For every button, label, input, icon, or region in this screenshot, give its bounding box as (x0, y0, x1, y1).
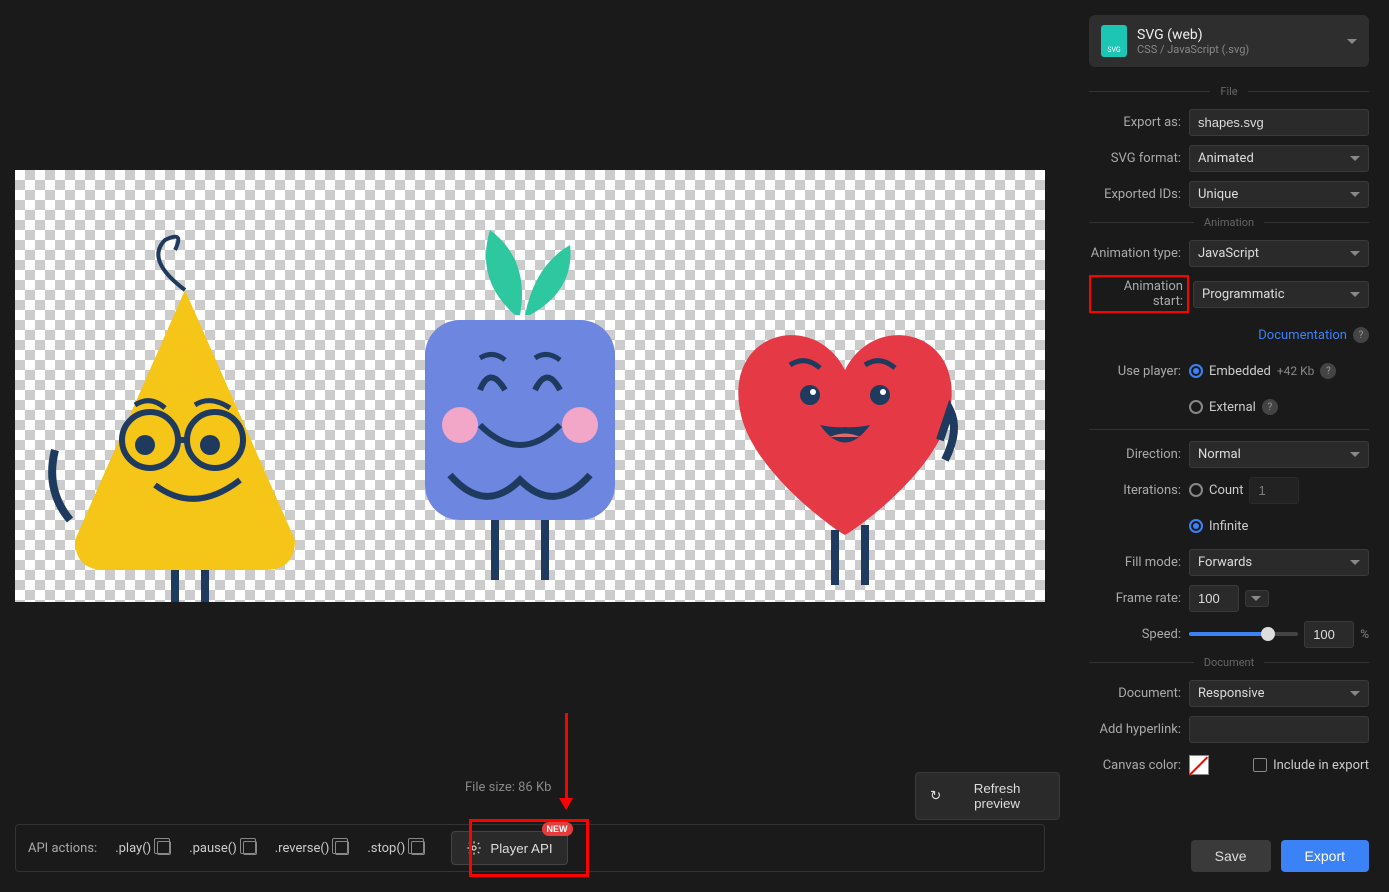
annotation-arrow (565, 713, 568, 808)
save-button[interactable]: Save (1191, 840, 1271, 872)
file-size-label: File size: 86 Kb (465, 780, 551, 795)
speed-label: Speed: (1089, 627, 1189, 642)
external-radio[interactable] (1189, 400, 1203, 414)
copy-icon[interactable] (243, 841, 257, 855)
section-animation: Animation (1089, 216, 1369, 229)
preview-canvas (15, 170, 1045, 602)
include-export-checkbox[interactable] (1253, 758, 1267, 772)
chevron-down-icon (1347, 39, 1357, 44)
document-label: Document: (1089, 686, 1189, 701)
embedded-label: Embedded (1209, 364, 1271, 379)
canvas-color-label: Canvas color: (1089, 758, 1189, 773)
document-select[interactable]: Responsive (1189, 680, 1369, 707)
help-icon[interactable]: ? (1353, 327, 1369, 343)
help-icon[interactable]: ? (1320, 363, 1336, 379)
embedded-radio[interactable] (1189, 364, 1203, 378)
frame-rate-dropdown[interactable] (1245, 590, 1269, 607)
new-badge: NEW (542, 822, 573, 836)
export-button[interactable]: Export (1281, 840, 1369, 872)
export-as-input[interactable] (1189, 109, 1369, 136)
infinite-label: Infinite (1209, 519, 1248, 534)
speed-unit: % (1360, 627, 1369, 641)
copy-icon[interactable] (157, 841, 171, 855)
section-document: Document (1089, 656, 1369, 669)
format-selector[interactable]: SVG SVG (web) CSS / JavaScript (.svg) (1089, 15, 1369, 67)
animation-start-label: Animation start: (1089, 275, 1189, 313)
infinite-radio[interactable] (1189, 519, 1203, 533)
svg-format-select[interactable]: Animated (1189, 145, 1369, 172)
chevron-down-icon (1350, 292, 1360, 297)
api-action-reverse[interactable]: .reverse() (275, 841, 350, 856)
api-action-play[interactable]: .play() (115, 841, 171, 856)
gear-icon (466, 840, 482, 856)
count-label: Count (1209, 483, 1243, 498)
animation-type-select[interactable]: JavaScript (1189, 240, 1369, 267)
iterations-label: Iterations: (1089, 483, 1189, 498)
hyperlink-label: Add hyperlink: (1089, 722, 1189, 737)
format-title: SVG (web) (1137, 27, 1337, 43)
api-action-pause[interactable]: .pause() (189, 841, 257, 856)
refresh-icon: ↻ (930, 788, 941, 804)
refresh-preview-button[interactable]: ↻ Refresh preview (915, 772, 1060, 820)
include-export-label: Include in export (1273, 758, 1369, 773)
direction-label: Direction: (1089, 447, 1189, 462)
copy-icon[interactable] (411, 841, 425, 855)
svg-format-label: SVG format: (1089, 151, 1189, 166)
export-sidebar: SVG SVG (web) CSS / JavaScript (.svg) Fi… (1069, 0, 1389, 892)
chevron-down-icon (1350, 156, 1360, 161)
use-player-label: Use player: (1089, 364, 1189, 379)
chevron-down-icon (1350, 452, 1360, 457)
chevron-down-icon (1350, 192, 1360, 197)
api-actions-bar: API actions: .play() .pause() .reverse()… (15, 824, 1045, 872)
documentation-link[interactable]: Documentation (1258, 328, 1347, 343)
fill-mode-select[interactable]: Forwards (1189, 549, 1369, 576)
animation-type-label: Animation type: (1089, 246, 1189, 261)
svg-file-icon: SVG (1101, 25, 1127, 57)
exported-ids-select[interactable]: Unique (1189, 181, 1369, 208)
player-api-button[interactable]: Player API NEW (451, 831, 567, 865)
export-as-label: Export as: (1089, 115, 1189, 130)
help-icon[interactable]: ? (1262, 399, 1278, 415)
speed-input[interactable] (1304, 621, 1354, 648)
direction-select[interactable]: Normal (1189, 441, 1369, 468)
format-subtitle: CSS / JavaScript (.svg) (1137, 43, 1337, 56)
canvas-color-swatch[interactable] (1189, 755, 1209, 775)
chevron-down-icon (1350, 251, 1360, 256)
count-input[interactable] (1249, 477, 1299, 504)
animation-start-select[interactable]: Programmatic (1193, 281, 1369, 308)
embedded-size: +42 Kb (1277, 364, 1315, 378)
api-actions-label: API actions: (28, 841, 97, 856)
exported-ids-label: Exported IDs: (1089, 187, 1189, 202)
external-label: External (1209, 400, 1256, 415)
characters-illustration (15, 170, 1045, 602)
api-action-stop[interactable]: .stop() (367, 841, 425, 856)
chevron-down-icon (1251, 596, 1261, 601)
chevron-down-icon (1350, 691, 1360, 696)
speed-slider[interactable] (1189, 632, 1298, 636)
fill-mode-label: Fill mode: (1089, 555, 1189, 570)
hyperlink-input[interactable] (1189, 716, 1369, 743)
frame-rate-input[interactable] (1189, 585, 1239, 612)
chevron-down-icon (1350, 560, 1360, 565)
copy-icon[interactable] (335, 841, 349, 855)
section-file: File (1089, 85, 1369, 98)
count-radio[interactable] (1189, 483, 1203, 497)
frame-rate-label: Frame rate: (1089, 591, 1189, 606)
